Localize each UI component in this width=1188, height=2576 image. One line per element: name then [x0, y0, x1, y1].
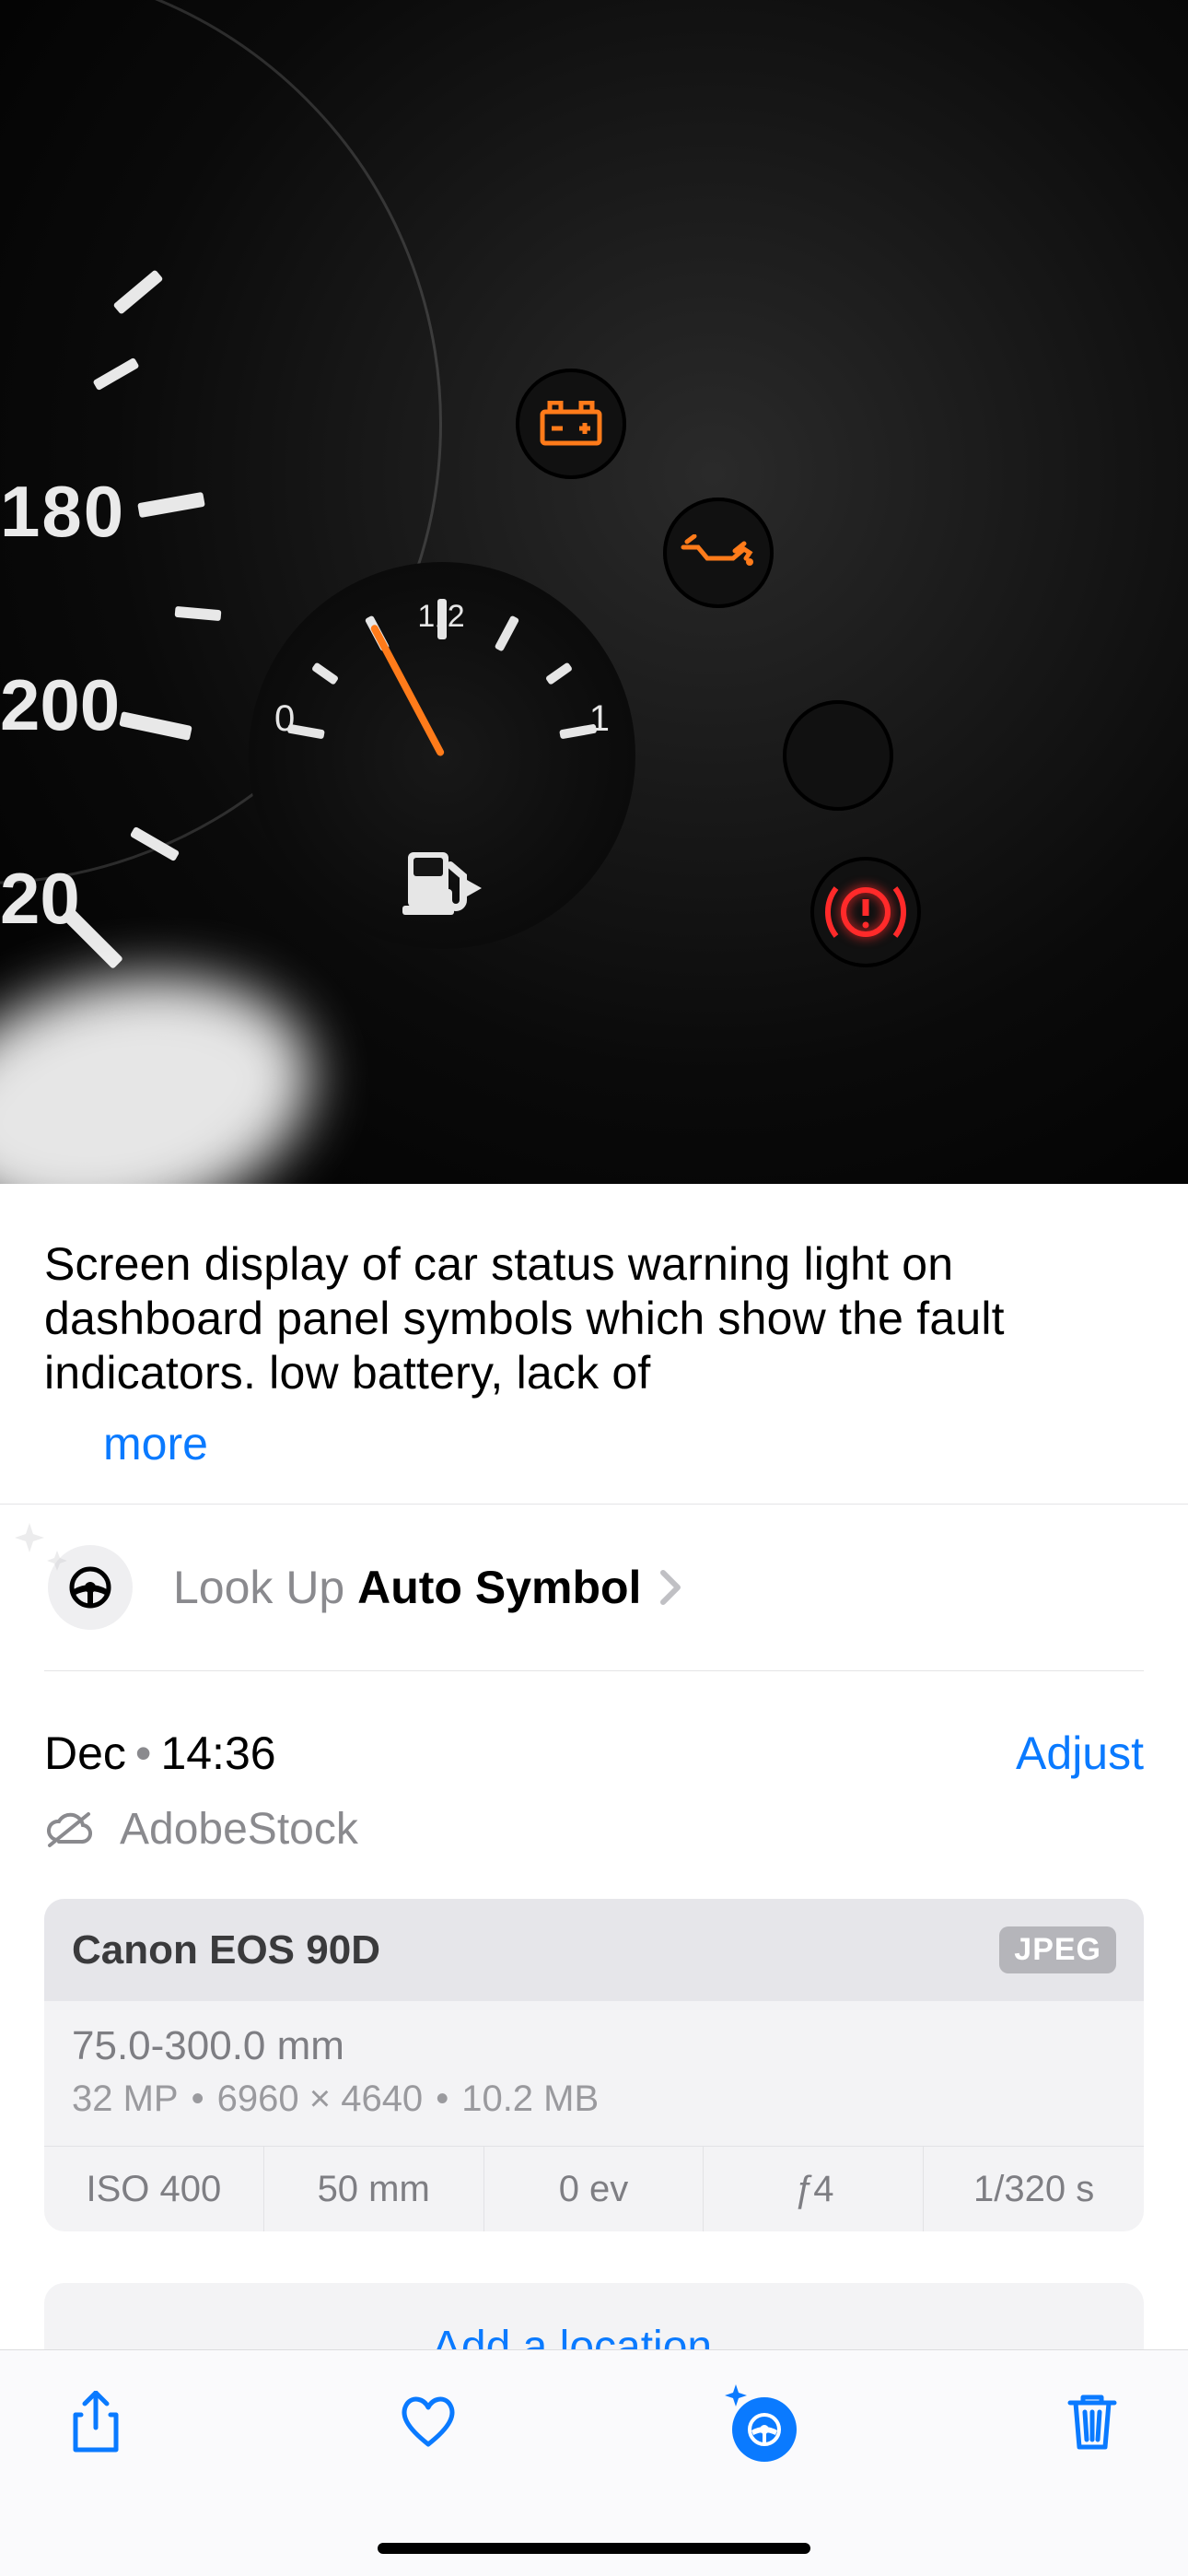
speedo-tick-20: 20: [0, 857, 80, 941]
caption-text: Screen display of car status warning lig…: [44, 1237, 1144, 1400]
megapixels: 32 MP: [72, 2078, 179, 2119]
caption-section: Screen display of car status warning lig…: [0, 1184, 1188, 1470]
fuel-pump-icon: [402, 845, 482, 921]
fuel-zero-label: 0: [274, 698, 295, 740]
photo-preview[interactable]: 180 200 20 0 1/2 1: [0, 0, 1188, 1184]
share-button[interactable]: [59, 2385, 133, 2459]
battery-warning-icon: [516, 369, 626, 479]
file-format-badge: JPEG: [999, 1926, 1116, 1973]
cloud-off-icon: [44, 1810, 94, 1849]
lookup-prefix: Look Up: [173, 1562, 357, 1613]
oil-warning-icon: [663, 498, 774, 608]
camera-model: Canon EOS 90D: [72, 1927, 380, 1973]
lookup-term: Auto Symbol: [357, 1562, 641, 1613]
exif-iso: ISO 400: [44, 2147, 264, 2231]
foreground-blur: [0, 944, 333, 1185]
fuel-half-label: 1/2: [417, 599, 466, 635]
steering-wheel-icon: [68, 1565, 112, 1610]
photo-info-sheet: 180 200 20 0 1/2 1: [0, 0, 1188, 2576]
dimensions: 6960 × 4640: [217, 2078, 424, 2119]
fuel-one-label: 1: [589, 698, 610, 740]
exif-exposure-bias: 0 ev: [484, 2147, 705, 2231]
steering-wheel-icon: [746, 2411, 783, 2448]
speedo-tick-200: 200: [0, 663, 120, 747]
exif-shutter-speed: 1/320 s: [924, 2147, 1144, 2231]
bottom-toolbar: [0, 2349, 1188, 2576]
sparkle-icon: [9, 1519, 74, 1584]
heart-icon: [398, 2395, 459, 2450]
source-app-label: AdobeStock: [120, 1804, 358, 1855]
chevron-right-icon: [659, 1569, 683, 1606]
home-indicator: [378, 2543, 810, 2554]
lens-spec: 75.0-300.0 mm: [72, 2023, 1116, 2069]
visual-lookup-row[interactable]: Look Up Auto Symbol: [0, 1505, 1188, 1670]
caption-more-button[interactable]: more: [103, 1417, 208, 1470]
fuel-gauge: 0 1/2 1: [249, 562, 635, 949]
speedo-tick-180: 180: [0, 470, 125, 554]
photo-time: 14:36: [160, 1727, 275, 1779]
visual-lookup-button[interactable]: [723, 2385, 797, 2459]
exif-focal-length: 50 mm: [264, 2147, 484, 2231]
exif-header: Canon EOS 90D JPEG: [44, 1899, 1144, 2001]
delete-button[interactable]: [1055, 2385, 1129, 2459]
trash-icon: [1066, 2392, 1118, 2453]
exif-grid: ISO 400 50 mm 0 ev ƒ4 1/320 s: [44, 2147, 1144, 2231]
file-stats: 32 MP•6960 × 4640•10.2 MB: [72, 2078, 1116, 2120]
datetime-row: Dec•14:36 Adjust: [0, 1671, 1188, 1786]
photo-datetime: Dec•14:36: [44, 1727, 276, 1780]
brake-warning-icon: [810, 857, 921, 967]
share-icon: [70, 2391, 122, 2453]
exif-card: Canon EOS 90D JPEG 75.0-300.0 mm 32 MP•6…: [44, 1899, 1144, 2231]
source-row: AdobeStock: [0, 1786, 1188, 1899]
lookup-label: Look Up Auto Symbol: [173, 1561, 641, 1614]
blank-indicator: [783, 700, 893, 811]
exif-aperture: ƒ4: [704, 2147, 924, 2231]
file-size: 10.2 MB: [461, 2078, 599, 2119]
exif-lens-row: 75.0-300.0 mm 32 MP•6960 × 4640•10.2 MB: [44, 2001, 1144, 2147]
adjust-datetime-button[interactable]: Adjust: [1016, 1727, 1144, 1780]
favorite-button[interactable]: [391, 2385, 465, 2459]
photo-date: Dec: [44, 1727, 126, 1779]
